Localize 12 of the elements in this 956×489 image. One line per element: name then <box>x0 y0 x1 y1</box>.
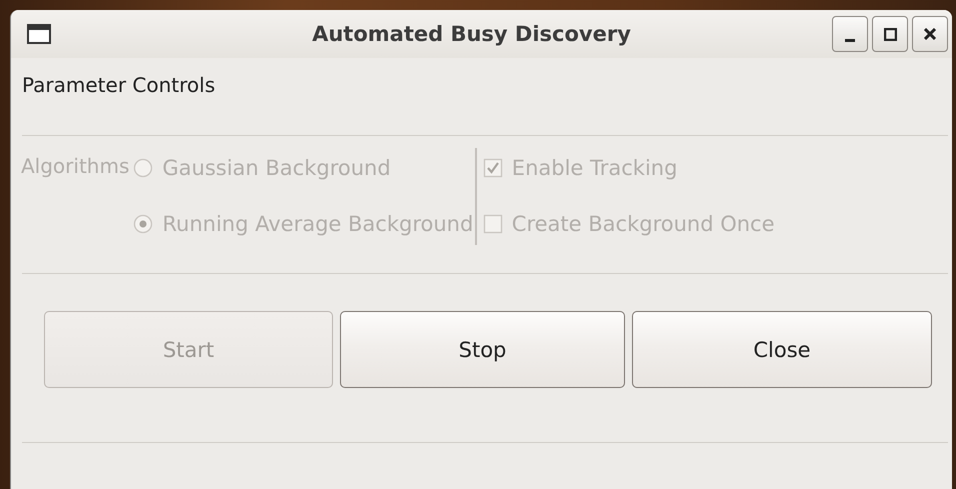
maximize-icon <box>884 28 896 40</box>
minimize-button[interactable] <box>832 16 868 52</box>
close-button[interactable] <box>912 16 948 52</box>
algorithms-label: Algorithms <box>21 153 130 180</box>
action-button[interactable]: Close <box>632 311 932 388</box>
window-menu-icon[interactable] <box>27 24 51 44</box>
close-icon <box>924 28 936 40</box>
minimize-icon <box>845 39 855 42</box>
action-button[interactable]: Stop <box>340 311 625 388</box>
maximize-button[interactable] <box>872 16 908 52</box>
section-label: Parameter Controls <box>21 72 216 99</box>
window-title: Automated Busy Discovery <box>311 22 632 46</box>
